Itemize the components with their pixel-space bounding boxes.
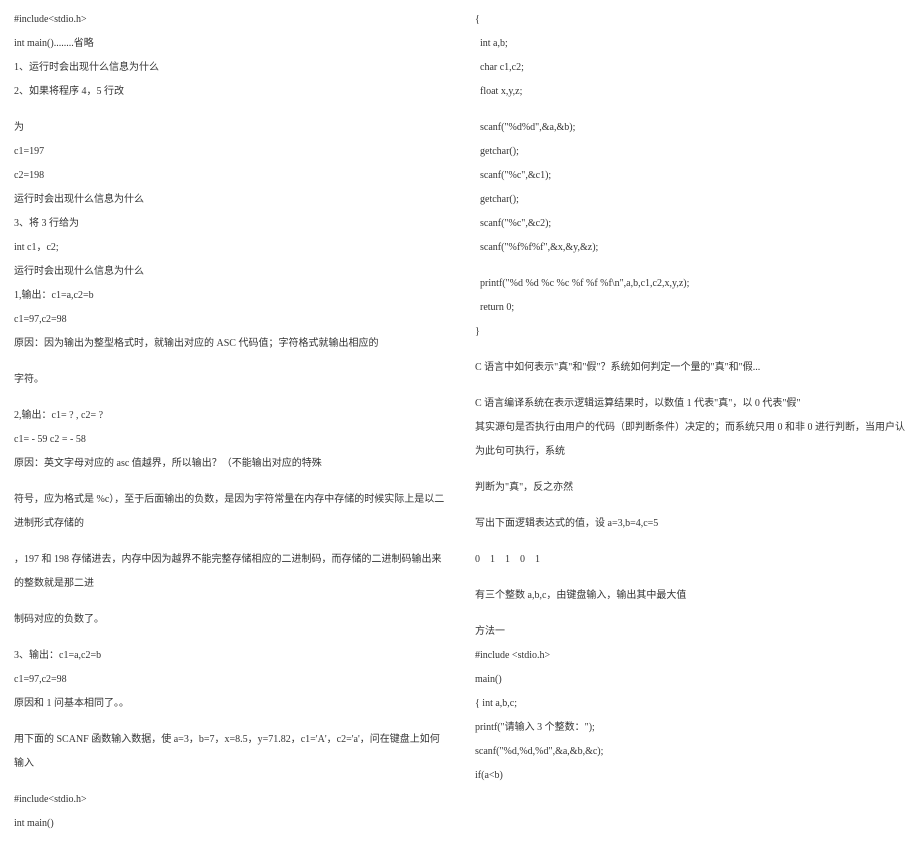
text-line: {	[475, 8, 906, 32]
text-line: main()	[475, 668, 906, 692]
text-line: 运行时会出现什么信息为什么	[14, 188, 445, 212]
text-line: #include<stdio.h>	[14, 8, 445, 32]
text-line: scanf("%d,%d,%d",&a,&b,&c);	[475, 740, 906, 764]
text-line: #include<stdio.h>	[14, 788, 445, 812]
text-line: #include <stdio.h>	[475, 644, 906, 668]
text-line: getchar();	[475, 188, 906, 212]
text-line: }	[475, 320, 906, 344]
text-line: c1=97,c2=98	[14, 308, 445, 332]
text-line: scanf("%c",&c2);	[475, 212, 906, 236]
text-line: c2=198	[14, 164, 445, 188]
text-line: return 0;	[475, 296, 906, 320]
text-line: 1、运行时会出现什么信息为什么	[14, 56, 445, 80]
text-line: c1=97,c2=98	[14, 668, 445, 692]
text-line: getchar();	[475, 140, 906, 164]
text-line: if(a<b)	[475, 764, 906, 788]
text-line: scanf("%d%d",&a,&b);	[475, 116, 906, 140]
text-line: 1,输出：c1=a,c2=b	[14, 284, 445, 308]
left-column: #include<stdio.h>int main()........省略1、运…	[14, 8, 445, 836]
text-line: 有三个整数 a,b,c，由键盘输入，输出其中最大值	[475, 584, 906, 608]
text-line: 运行时会出现什么信息为什么	[14, 260, 445, 284]
text-line: 用下面的 SCANF 函数输入数据，使 a=3，b=7，x=8.5，y=71.8…	[14, 728, 445, 776]
text-line: int a,b;	[475, 32, 906, 56]
text-line: { int a,b,c;	[475, 692, 906, 716]
text-line: 方法一	[475, 620, 906, 644]
text-line: 字符。	[14, 368, 445, 392]
text-line: int main()........省略	[14, 32, 445, 56]
text-line: printf("请输入 3 个整数：");	[475, 716, 906, 740]
text-line: 2、如果将程序 4，5 行改	[14, 80, 445, 104]
text-line: 原因：英文字母对应的 asc 值越界，所以输出？（不能输出对应的特殊	[14, 452, 445, 476]
text-line: 原因和 1 问基本相同了。。	[14, 692, 445, 716]
text-line: 原因：因为输出为整型格式时，就输出对应的 ASC 代码值；字符格式就输出相应的	[14, 332, 445, 356]
text-line: printf("%d %d %c %c %f %f %f\n",a,b,c1,c…	[475, 272, 906, 296]
text-line: scanf("%c",&c1);	[475, 164, 906, 188]
text-line: 写出下面逻辑表达式的值，设 a=3,b=4,c=5	[475, 512, 906, 536]
text-line: char c1,c2;	[475, 56, 906, 80]
text-line: c1=197	[14, 140, 445, 164]
text-line: 符号，应为格式是 %c），至于后面输出的负数，是因为字符常量在内存中存储的时候实…	[14, 488, 445, 536]
text-line: 3、将 3 行给为	[14, 212, 445, 236]
text-line: 3、输出：c1=a,c2=b	[14, 644, 445, 668]
text-line: ，197 和 198 存储进去，内存中因为越界不能完整存储相应的二进制码，而存储…	[14, 548, 445, 596]
text-line: 制码对应的负数了。	[14, 608, 445, 632]
text-line: 判断为"真"，反之亦然	[475, 476, 906, 500]
text-line: 为	[14, 116, 445, 140]
right-column: { int a,b; char c1,c2; float x,y,z; scan…	[475, 8, 906, 836]
text-line: 0 1 1 0 1	[475, 548, 906, 572]
text-line: C 语言中如何表示"真"和"假"？系统如何判定一个量的"真"和"假...	[475, 356, 906, 380]
text-line: C 语言编译系统在表示逻辑运算结果时，以数值 1 代表"真"，以 0 代表"假"	[475, 392, 906, 416]
text-line: int main()	[14, 812, 445, 836]
text-line: int c1，c2;	[14, 236, 445, 260]
text-line: scanf("%f%f%f",&x,&y,&z);	[475, 236, 906, 260]
text-line: float x,y,z;	[475, 80, 906, 104]
text-line: 其实源句是否执行由用户的代码（即判断条件）决定的；而系统只用 0 和非 0 进行…	[475, 416, 906, 464]
text-line: c1= - 59 c2 = - 58	[14, 428, 445, 452]
text-line: 2,输出：c1= ? , c2= ?	[14, 404, 445, 428]
